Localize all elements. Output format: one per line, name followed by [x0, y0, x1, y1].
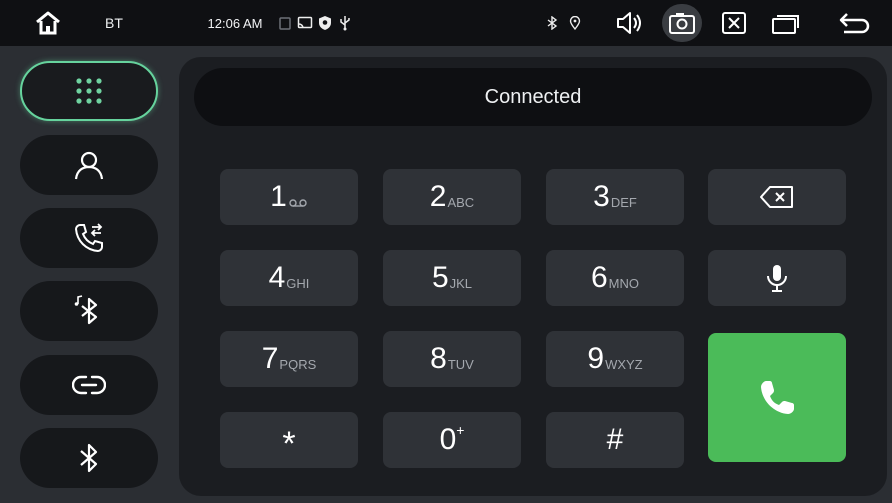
key-digit: 9	[587, 342, 605, 375]
key-letters: GHI	[286, 275, 310, 291]
clock: 12:06 AM	[207, 15, 263, 31]
backspace-icon	[760, 186, 793, 208]
key-letters: JKL	[449, 275, 473, 291]
sidebar-item-contacts[interactable]	[20, 135, 158, 195]
sidebar-item-dialpad[interactable]	[20, 61, 158, 121]
key-2[interactable]: 2 ABC	[383, 169, 521, 225]
phone-icon	[761, 380, 794, 414]
contacts-icon	[74, 151, 104, 180]
key-digit: 5	[431, 261, 449, 294]
link-icon	[72, 375, 106, 395]
call-log-icon	[74, 223, 103, 253]
volume-icon[interactable]	[612, 0, 648, 46]
key-9[interactable]: 9 WXYZ	[546, 331, 684, 387]
key-1[interactable]: 1	[220, 169, 358, 225]
call-button[interactable]	[708, 333, 846, 462]
key-7[interactable]: 7 PQRS	[220, 331, 358, 387]
status-bar: BT 12:06 AM	[0, 0, 892, 46]
key-4[interactable]: 4 GHI	[220, 250, 358, 306]
bt-music-icon	[74, 295, 98, 325]
back-icon[interactable]	[836, 0, 872, 46]
key-letters: TUV	[447, 356, 474, 372]
key-digit: 3	[593, 180, 610, 213]
key-3[interactable]: 3 DEF	[546, 169, 684, 225]
key-digit: 1	[270, 180, 287, 213]
bluetooth-status-icon	[543, 0, 561, 46]
bluetooth-icon	[80, 443, 98, 473]
key-hash[interactable]: #	[546, 412, 684, 468]
sidebar-item-link[interactable]	[20, 355, 158, 415]
key-letters: ABC	[447, 194, 475, 210]
recent-apps-icon[interactable]	[768, 0, 804, 46]
dialpad-icon	[76, 78, 102, 104]
key-letters: MNO	[608, 275, 640, 291]
key-digit: #	[606, 423, 624, 456]
microphone-icon	[767, 265, 787, 292]
key-8[interactable]: 8 TUV	[383, 331, 521, 387]
key-letters: PQRS	[279, 356, 317, 372]
key-letters: DEF	[610, 194, 637, 210]
key-digit: 8	[430, 342, 447, 375]
shield-icon	[316, 0, 334, 46]
key-6[interactable]: 6 MNO	[546, 250, 684, 306]
voicemail-icon	[288, 196, 308, 211]
key-digit: *	[282, 425, 296, 463]
key-digit: 6	[590, 261, 608, 294]
sidebar-item-bt-music[interactable]	[20, 281, 158, 341]
app-label: BT	[105, 15, 123, 31]
usb-icon	[336, 0, 354, 46]
key-star[interactable]: *	[220, 412, 358, 468]
key-letters: WXYZ	[605, 356, 643, 372]
sidebar-item-bluetooth[interactable]	[20, 428, 158, 488]
key-digit: 0	[439, 423, 457, 456]
cast-icon	[296, 0, 314, 46]
home-icon[interactable]	[28, 0, 68, 46]
key-5[interactable]: 5 JKL	[383, 250, 521, 306]
voice-input-button[interactable]	[708, 250, 846, 306]
backspace-button[interactable]	[708, 169, 846, 225]
key-digit: 7	[261, 342, 279, 375]
key-digit: 2	[429, 180, 447, 213]
key-digit: 4	[268, 261, 286, 294]
location-icon	[566, 0, 584, 46]
screenshot-icon[interactable]	[664, 0, 700, 46]
key-0[interactable]: 0 +	[383, 412, 521, 468]
sd-card-icon	[276, 0, 294, 46]
connection-status: Connected	[194, 68, 872, 126]
close-app-icon[interactable]	[716, 0, 752, 46]
sidebar-item-call-log[interactable]	[20, 208, 158, 268]
key-plus: +	[456, 422, 465, 438]
